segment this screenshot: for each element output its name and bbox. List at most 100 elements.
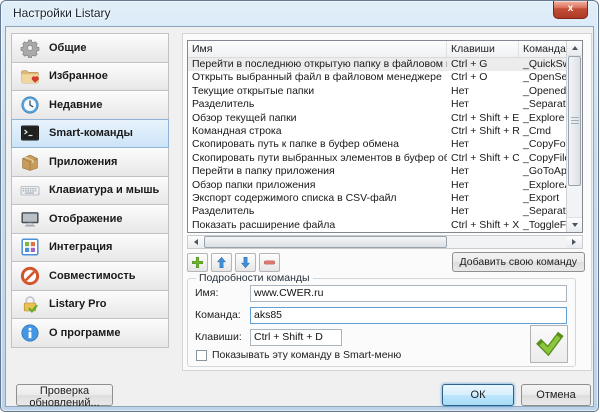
table-row[interactable]: Показать расширение файлаCtrl + Shift + … bbox=[188, 219, 566, 232]
apply-check-icon bbox=[534, 327, 564, 362]
cell-keys: Нет bbox=[447, 98, 519, 111]
sidebar-item-applications[interactable]: Приложения bbox=[11, 147, 169, 177]
sidebar-item-label: Listary Pro bbox=[49, 298, 106, 310]
sidebar-item-display[interactable]: Отображение bbox=[11, 204, 169, 234]
command-input[interactable]: aks85 bbox=[250, 307, 567, 324]
plus-icon bbox=[191, 256, 204, 269]
cell-name: Обзор текущей папки bbox=[188, 112, 447, 125]
table-row[interactable]: Скопировать путь к папке в буфер обменаН… bbox=[188, 138, 566, 151]
cell-name: Скопировать путь к папке в буфер обмена bbox=[188, 138, 447, 151]
sidebar-item-label: Общие bbox=[49, 42, 87, 54]
commands-table: Имя Клавиши Команда Перейти в последнюю … bbox=[187, 40, 583, 233]
scroll-left-icon bbox=[194, 239, 198, 245]
sidebar-item-label: Клавиатура и мышь bbox=[49, 184, 159, 196]
column-header-name[interactable]: Имя bbox=[188, 41, 447, 57]
sidebar-item-general[interactable]: Общие bbox=[11, 33, 169, 63]
table-row[interactable]: Текущие открытые папкиНет_OpenedFo bbox=[188, 85, 566, 98]
scroll-up-button[interactable] bbox=[567, 41, 582, 56]
horizontal-scrollbar[interactable] bbox=[187, 235, 583, 249]
table-row[interactable]: Открыть выбранный файл в файловом менедж… bbox=[188, 71, 566, 84]
sidebar-item-integration[interactable]: Интеграция bbox=[11, 233, 169, 263]
scroll-right-icon bbox=[572, 239, 576, 245]
table-row[interactable]: Перейти в папку приложенияНет_GoToApp bbox=[188, 165, 566, 178]
remove-command-button[interactable] bbox=[259, 253, 280, 272]
info-icon bbox=[19, 322, 40, 343]
keys-input[interactable]: Ctrl + Shift + D bbox=[250, 329, 342, 346]
window-title: Настройки Listary bbox=[13, 6, 111, 20]
move-command-up-button[interactable] bbox=[211, 253, 232, 272]
cell-keys: Ctrl + Shift + C bbox=[447, 152, 519, 165]
column-header-keys[interactable]: Клавиши bbox=[447, 41, 519, 57]
cell-keys: Нет bbox=[447, 179, 519, 192]
vertical-scroll-thumb[interactable] bbox=[568, 56, 581, 186]
sidebar-item-keyboard-mouse[interactable]: Клавиатура и мышь bbox=[11, 176, 169, 206]
move-command-down-button[interactable] bbox=[235, 253, 256, 272]
sidebar-item-compatibility[interactable]: Совместимость bbox=[11, 261, 169, 291]
cell-keys: Нет bbox=[447, 85, 519, 98]
show-in-smart-menu-checkbox[interactable] bbox=[196, 350, 207, 361]
folder-heart-icon bbox=[19, 66, 40, 87]
cell-command: _Explore bbox=[519, 112, 566, 125]
vertical-scrollbar[interactable] bbox=[566, 41, 582, 232]
smart-commands-panel: Имя Клавиши Команда Перейти в последнюю … bbox=[182, 33, 592, 371]
sidebar-item-smart-commands[interactable]: Smart-команды bbox=[11, 119, 169, 149]
cell-command: _Separator bbox=[519, 98, 566, 111]
table-row[interactable]: РазделительНет_Separator bbox=[188, 205, 566, 218]
cell-name: Обзор папки приложения bbox=[188, 179, 447, 192]
sidebar-item-listary-pro[interactable]: Listary Pro bbox=[11, 290, 169, 320]
clock-icon bbox=[19, 94, 40, 115]
cell-command: _QuickSwit bbox=[519, 58, 566, 71]
list-toolbar bbox=[187, 253, 280, 272]
cell-keys: Нет bbox=[447, 138, 519, 151]
minus-icon bbox=[263, 256, 276, 269]
dialog-content: Общие Избранное Недавние Smart-команды Прило… bbox=[5, 26, 594, 407]
cell-name: Открыть выбранный файл в файловом менедж… bbox=[188, 71, 447, 84]
cell-keys: Ctrl + Shift + X bbox=[447, 219, 519, 232]
table-row[interactable]: Экспорт содержимого списка в CSV-файлНет… bbox=[188, 192, 566, 205]
scroll-down-button[interactable] bbox=[567, 217, 582, 232]
horizontal-scroll-thumb[interactable] bbox=[204, 236, 447, 248]
column-header-command[interactable]: Команда bbox=[519, 41, 566, 57]
group-title: Подробности команды bbox=[196, 272, 313, 284]
table-row[interactable]: Скопировать пути выбранных элементов в б… bbox=[188, 152, 566, 165]
command-label: Команда: bbox=[195, 309, 241, 321]
table-row[interactable]: Командная строкаCtrl + Shift + R_Cmd bbox=[188, 125, 566, 138]
cell-keys: Ctrl + O bbox=[447, 71, 519, 84]
sidebar-item-favorites[interactable]: Избранное bbox=[11, 62, 169, 92]
cell-command: _OpenedFo bbox=[519, 85, 566, 98]
cancel-button[interactable]: Отмена bbox=[521, 384, 591, 406]
add-command-button[interactable] bbox=[187, 253, 208, 272]
arrow-up-icon bbox=[215, 256, 228, 269]
table-row[interactable]: Обзор папки приложенияНет_ExploreAp bbox=[188, 179, 566, 192]
close-button[interactable]: x bbox=[553, 1, 588, 19]
sidebar-item-about[interactable]: О программе bbox=[11, 318, 169, 348]
sidebar-item-label: Приложения bbox=[49, 156, 117, 168]
sidebar-item-recent[interactable]: Недавние bbox=[11, 90, 169, 120]
titlebar[interactable]: Настройки Listary x bbox=[1, 1, 598, 26]
add-custom-command-button[interactable]: Добавить свою команду bbox=[452, 252, 585, 272]
cell-keys: Ctrl + Shift + E bbox=[447, 112, 519, 125]
keyboard-icon bbox=[19, 180, 40, 201]
cell-name: Экспорт содержимого списка в CSV-файл bbox=[188, 192, 447, 205]
padlock-check-icon bbox=[19, 294, 40, 315]
name-input[interactable]: www.CWER.ru bbox=[250, 285, 567, 302]
sidebar-item-label: Недавние bbox=[49, 99, 102, 111]
cell-command: _CopyFileP bbox=[519, 152, 566, 165]
scroll-up-icon bbox=[572, 46, 578, 50]
table-header: Имя Клавиши Команда bbox=[188, 41, 566, 58]
gear-icon bbox=[19, 37, 40, 58]
table-row[interactable]: Перейти в последнюю открытую папку в фай… bbox=[188, 58, 566, 71]
table-row[interactable]: РазделительНет_Separator bbox=[188, 98, 566, 111]
cell-name: Показать расширение файла bbox=[188, 219, 447, 232]
checkbox-label: Показывать эту команду в Smart-меню bbox=[212, 349, 401, 361]
scroll-left-button[interactable] bbox=[188, 236, 204, 248]
cell-name: Перейти в папку приложения bbox=[188, 165, 447, 178]
table-row[interactable]: Обзор текущей папкиCtrl + Shift + E_Expl… bbox=[188, 112, 566, 125]
cell-name: Командная строка bbox=[188, 125, 447, 138]
apply-button[interactable] bbox=[530, 325, 568, 363]
scroll-right-button[interactable] bbox=[566, 236, 582, 248]
cell-command: _ExploreAp bbox=[519, 179, 566, 192]
check-updates-button[interactable]: Проверка обновлений... bbox=[16, 384, 113, 406]
name-label: Имя: bbox=[195, 287, 218, 299]
ok-button[interactable]: ОК bbox=[442, 384, 514, 406]
